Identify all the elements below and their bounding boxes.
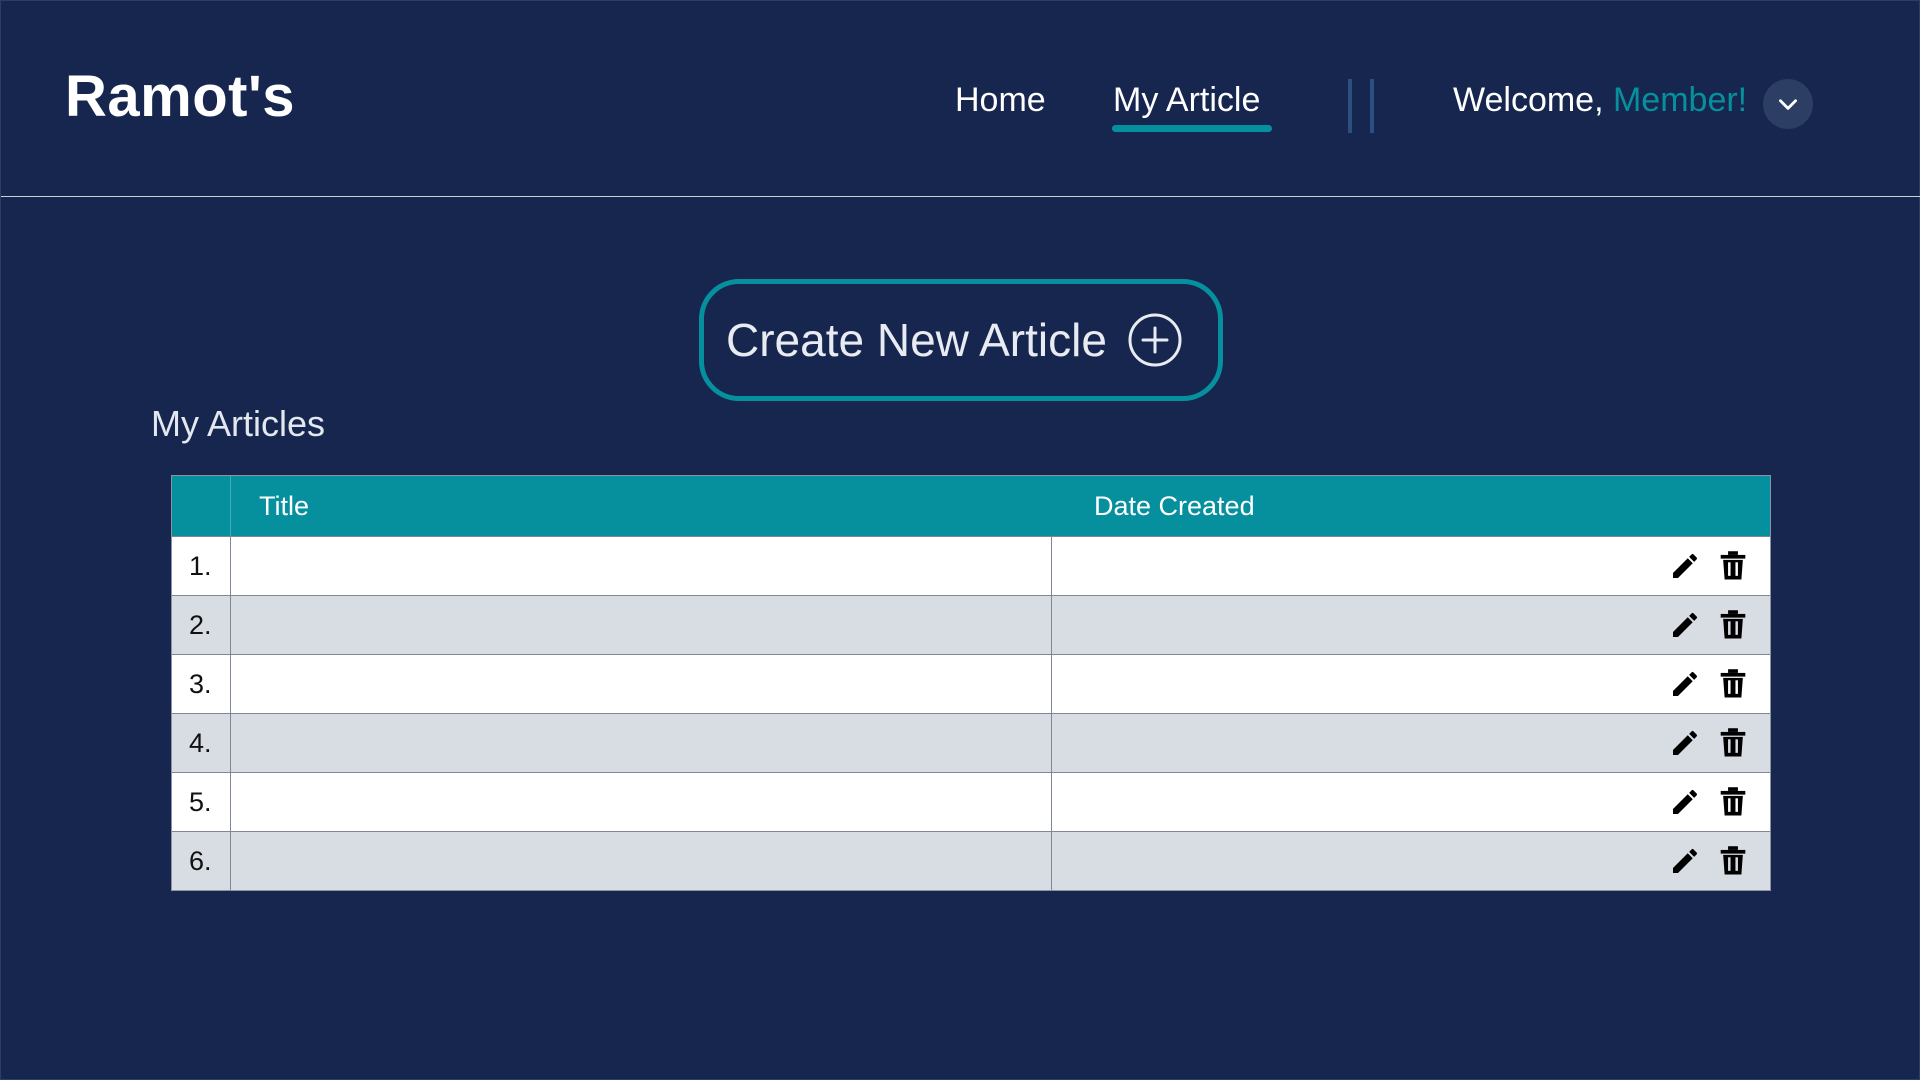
row-actions [1668,844,1750,878]
brand-logo[interactable]: Ramot's [65,63,295,130]
row-title-cell [231,655,1052,713]
section-title: My Articles [151,403,326,444]
column-header-title: Title [259,490,310,521]
row-date-cell [1052,773,1770,831]
row-date-cell [1052,655,1770,713]
header-divider [1348,79,1352,133]
welcome-message: Welcome, Member! [1453,81,1747,120]
row-title-cell [231,537,1052,595]
create-new-article-label: Create New Article [726,314,1107,366]
table-row: 5. [172,772,1770,831]
pencil-icon[interactable] [1668,667,1702,701]
pencil-icon[interactable] [1668,549,1702,583]
row-actions [1668,608,1750,642]
trash-icon[interactable] [1716,726,1750,760]
plus-circle-icon [1127,312,1183,368]
column-header-date-created: Date Created [1094,490,1255,521]
row-number: 2. [172,596,231,654]
row-number: 3. [172,655,231,713]
nav-home-link[interactable]: Home [955,81,1046,120]
row-title-cell [231,714,1052,772]
row-title-cell [231,832,1052,890]
table-row: 1. [172,536,1770,595]
row-actions [1668,667,1750,701]
row-actions [1668,726,1750,760]
table-header-row: Title Date Created [172,476,1770,536]
header-divider [1370,79,1374,133]
welcome-username: Member! [1612,81,1748,119]
row-date-cell [1052,596,1770,654]
table-row: 4. [172,713,1770,772]
table-row: 2. [172,595,1770,654]
trash-icon[interactable] [1716,608,1750,642]
trash-icon[interactable] [1716,785,1750,819]
row-actions [1668,549,1750,583]
chevron-down-icon [1779,99,1797,110]
trash-icon[interactable] [1716,549,1750,583]
nav-my-article-link[interactable]: My Article [1113,81,1260,120]
row-actions [1668,785,1750,819]
row-number: 5. [172,773,231,831]
table-row: 6. [172,831,1770,890]
articles-table: Title Date Created 1. 2. 3. 4. 5. 6. [171,475,1771,891]
user-menu-dropdown-button[interactable] [1763,79,1813,129]
table-row: 3. [172,654,1770,713]
row-date-cell [1052,832,1770,890]
row-title-cell [231,596,1052,654]
trash-icon[interactable] [1716,844,1750,878]
row-number: 1. [172,537,231,595]
active-nav-indicator [1112,125,1272,132]
row-date-cell [1052,537,1770,595]
welcome-prefix: Welcome, [1453,81,1604,119]
create-new-article-button[interactable]: Create New Article [699,279,1223,401]
column-header-number [172,476,231,536]
page: Ramot's Home My Article Welcome, Member!… [0,0,1920,1080]
row-number: 4. [172,714,231,772]
trash-icon[interactable] [1716,667,1750,701]
pencil-icon[interactable] [1668,726,1702,760]
pencil-icon[interactable] [1668,608,1702,642]
top-header: Ramot's Home My Article Welcome, Member! [1,1,1920,197]
pencil-icon[interactable] [1668,785,1702,819]
row-number: 6. [172,832,231,890]
pencil-icon[interactable] [1668,844,1702,878]
row-title-cell [231,773,1052,831]
row-date-cell [1052,714,1770,772]
